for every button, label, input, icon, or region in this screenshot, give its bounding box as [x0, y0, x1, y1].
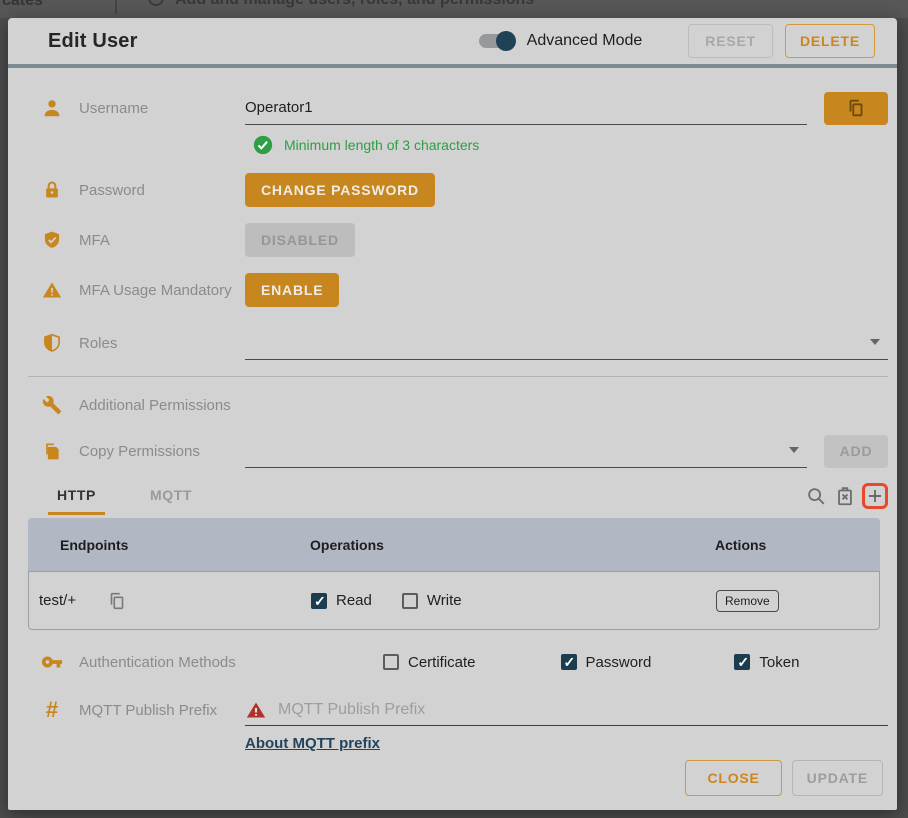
add-copy-permissions-button[interactable]: ADD [824, 435, 888, 468]
plus-icon [866, 487, 884, 505]
token-label: Token [759, 654, 799, 671]
advanced-mode-label: Advanced Mode [527, 32, 643, 50]
dialog-title: Edit User [48, 30, 138, 53]
copy-icon [106, 590, 128, 612]
mfa-label: MFA [79, 232, 110, 249]
section-divider [28, 376, 888, 377]
table-row: test/+ Read Write [28, 571, 880, 630]
copy-icon [845, 97, 867, 119]
chevron-down-icon [789, 447, 799, 453]
search-icon [805, 485, 827, 507]
check-circle-icon [253, 135, 273, 155]
read-label: Read [336, 592, 372, 609]
edit-user-dialog: Edit User Advanced Mode RESET DELETE Use… [8, 18, 897, 810]
col-endpoints: Endpoints [28, 537, 310, 553]
delete-button[interactable]: DELETE [785, 24, 875, 58]
mfa-row: MFA DISABLED [40, 223, 888, 257]
auth-methods-row: Authentication Methods Certificate Passw… [40, 650, 888, 674]
update-button[interactable]: UPDATE [792, 760, 883, 796]
reset-button[interactable]: RESET [688, 24, 773, 58]
permissions-table: Endpoints Operations Actions test/+ [28, 518, 880, 630]
dialog-body: Username Minimum length of 3 characters [8, 68, 897, 810]
copy-endpoint-button[interactable] [105, 589, 129, 613]
username-hint-text: Minimum length of 3 characters [284, 137, 479, 153]
shield-icon [40, 331, 64, 355]
about-mqtt-prefix-link[interactable]: About MQTT prefix [245, 735, 380, 752]
permissions-tabs: HTTP MQTT [40, 483, 888, 515]
certificate-checkbox[interactable] [383, 654, 399, 670]
advanced-mode-toggle[interactable] [479, 34, 513, 48]
mqtt-prefix-input[interactable] [278, 701, 888, 719]
auth-methods-label: Authentication Methods [79, 654, 236, 671]
hash-icon: # [40, 698, 64, 722]
background-subtitle: Add and manage users, roles, and permiss… [175, 0, 534, 9]
toggle-knob [496, 31, 516, 51]
trash-x-icon [834, 485, 856, 507]
roles-select[interactable] [245, 326, 888, 360]
wrench-icon [40, 393, 64, 417]
mqtt-prefix-label: MQTT Publish Prefix [79, 702, 217, 719]
username-row: Username [40, 90, 888, 126]
add-permission-button[interactable] [862, 483, 888, 509]
copy-username-button[interactable] [824, 92, 888, 125]
table-header: Endpoints Operations Actions [28, 518, 880, 571]
mfa-mandatory-row: MFA Usage Mandatory ENABLE [40, 273, 888, 307]
chevron-down-icon [870, 339, 880, 345]
key-icon [40, 650, 64, 674]
password-label: Password [79, 182, 145, 199]
copy-permissions-select[interactable] [245, 434, 807, 468]
tab-http[interactable]: HTTP [48, 487, 105, 515]
dialog-header: Edit User Advanced Mode RESET DELETE [8, 18, 897, 68]
roles-row: Roles [40, 325, 888, 361]
write-checkbox[interactable] [402, 593, 418, 609]
error-warning-icon [245, 700, 267, 720]
certificate-label: Certificate [408, 654, 476, 671]
additional-permissions-label: Additional Permissions [79, 397, 231, 414]
mfa-mandatory-label: MFA Usage Mandatory [79, 282, 232, 299]
mqtt-prefix-row: # MQTT Publish Prefix About MQTT prefix [40, 694, 888, 752]
write-label: Write [427, 592, 462, 609]
roles-label: Roles [79, 335, 117, 352]
mqtt-prefix-field [245, 694, 888, 726]
search-permissions-button[interactable] [804, 484, 828, 508]
token-checkbox[interactable] [734, 654, 750, 670]
warning-triangle-icon [40, 278, 64, 302]
col-actions: Actions [715, 537, 766, 553]
password-checkbox[interactable] [561, 654, 577, 670]
background-left-text: cates [2, 0, 43, 10]
read-checkbox[interactable] [311, 593, 327, 609]
copy-permissions-label: Copy Permissions [79, 443, 200, 460]
username-hint-row: Minimum length of 3 characters [253, 135, 888, 155]
background-divider [115, 0, 117, 14]
background-page-strip: cates Add and manage users, roles, and p… [0, 0, 908, 18]
username-input[interactable] [245, 91, 807, 125]
col-operations: Operations [310, 537, 715, 553]
shield-check-icon [40, 228, 64, 252]
dialog-footer: CLOSE UPDATE [40, 760, 888, 810]
lock-icon [40, 178, 64, 202]
person-icon [40, 96, 64, 120]
mfa-disabled-button[interactable]: DISABLED [245, 223, 355, 257]
remove-permission-button[interactable]: Remove [716, 590, 779, 612]
close-button[interactable]: CLOSE [685, 760, 781, 796]
change-password-button[interactable]: CHANGE PASSWORD [245, 173, 435, 207]
password-row: Password CHANGE PASSWORD [40, 173, 888, 207]
delete-all-permissions-button[interactable] [833, 484, 857, 508]
tab-mqtt[interactable]: MQTT [141, 487, 201, 515]
copy-file-icon [40, 439, 64, 463]
info-icon [148, 0, 164, 6]
copy-permissions-row: Copy Permissions ADD [40, 433, 888, 469]
username-label: Username [79, 100, 148, 117]
additional-permissions-row: Additional Permissions [40, 393, 888, 417]
endpoint-value: test/+ [39, 592, 76, 609]
password-option-label: Password [586, 654, 652, 671]
mfa-enable-button[interactable]: ENABLE [245, 273, 339, 307]
